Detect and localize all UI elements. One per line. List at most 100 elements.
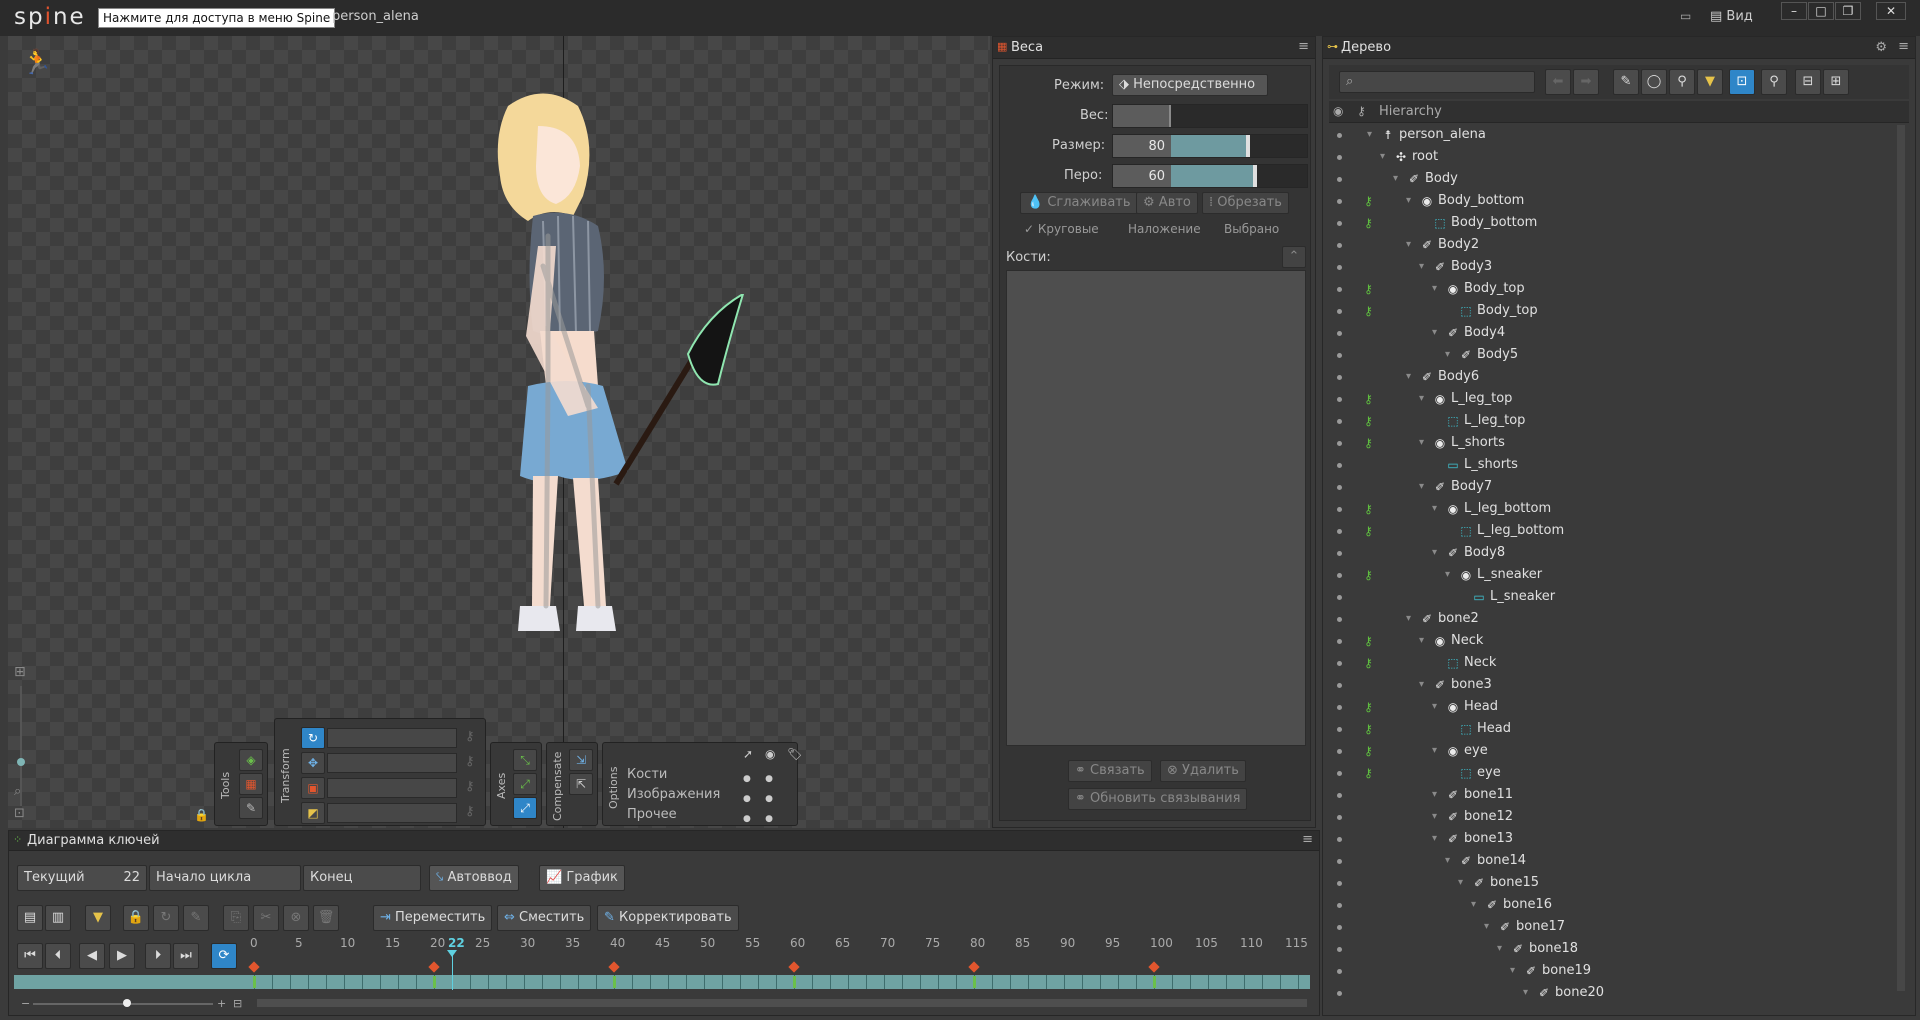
visibility-dot-icon[interactable] bbox=[1337, 441, 1342, 446]
last-frame-button[interactable]: ⏭ bbox=[173, 943, 199, 969]
axes-parent-button[interactable]: ⤢ bbox=[513, 773, 537, 795]
timeline-ruler[interactable]: 0 5 10 15 20 22 25 30 35 40 45 50 55 60 65 70 75 80 85 90 95… bbox=[250, 936, 1314, 954]
delete-button[interactable]: ⊗ Удалить bbox=[1160, 760, 1246, 782]
expand-arrow-icon[interactable]: ▾ bbox=[1445, 564, 1450, 586]
visibility-dot-icon[interactable] bbox=[1337, 991, 1342, 996]
expand-arrow-icon[interactable]: ▾ bbox=[1380, 146, 1385, 168]
axes-local-button[interactable]: ⤡ bbox=[513, 749, 537, 771]
key-icon[interactable]: ⚷ bbox=[1364, 762, 1373, 784]
tree-row[interactable]: ▾ ☨ person_alena bbox=[1331, 124, 1891, 146]
timeline-hscrollbar[interactable] bbox=[257, 999, 1307, 1007]
overlay-checkbox[interactable]: Наложение bbox=[1120, 222, 1201, 236]
key-icon[interactable]: ⚷ bbox=[1364, 300, 1373, 322]
tree-row[interactable]: ⚷ ⬚ Head bbox=[1331, 718, 1891, 740]
visibility-column-icon[interactable]: ◉ bbox=[1333, 104, 1343, 118]
animate-mode-icon[interactable]: 🏃 bbox=[22, 48, 52, 76]
key-icon[interactable]: ⚷ bbox=[1364, 740, 1373, 762]
compensate-images-button[interactable]: ⇱ bbox=[569, 773, 593, 795]
expand-arrow-icon[interactable]: ▾ bbox=[1445, 344, 1450, 366]
keyframe-marker[interactable] bbox=[1153, 976, 1156, 988]
visibility-dot-icon[interactable] bbox=[1337, 221, 1342, 226]
tree-row[interactable]: ▾ ✐ bone17 bbox=[1331, 916, 1891, 938]
tree-row[interactable]: ▾ ✐ Body3 bbox=[1331, 256, 1891, 278]
tree-row[interactable]: ⚷ ▾ ◉ L_leg_bottom bbox=[1331, 498, 1891, 520]
move-button[interactable]: ⇥ Переместить bbox=[373, 905, 493, 931]
cut-button[interactable]: ✂ bbox=[253, 905, 279, 931]
size-slider[interactable]: 80 bbox=[1112, 134, 1308, 158]
scale-tool-button[interactable]: ▣ bbox=[301, 777, 325, 799]
expand-arrow-icon[interactable]: ▾ bbox=[1406, 608, 1411, 630]
pose-tool-button[interactable]: ◈ bbox=[239, 749, 263, 771]
prev-frame-button[interactable]: ⏴ bbox=[45, 943, 71, 969]
selected-checkbox[interactable]: Выбрано bbox=[1216, 222, 1279, 236]
visibility-dot-icon[interactable] bbox=[1337, 397, 1342, 402]
auto-button[interactable]: ⚙ Авто bbox=[1136, 192, 1198, 214]
expand-arrow-icon[interactable]: ▾ bbox=[1419, 674, 1424, 696]
tree-row[interactable]: ▾ ✐ bone15 bbox=[1331, 872, 1891, 894]
tree-panel-menu-icon[interactable]: ≡ bbox=[1898, 39, 1909, 54]
visibility-dot-icon[interactable] bbox=[1337, 859, 1342, 864]
tree-row[interactable]: ▾ ✐ bone12 bbox=[1331, 806, 1891, 828]
visibility-dot-icon[interactable] bbox=[1337, 309, 1342, 314]
autokey-button[interactable]: ⤥ Автоввод bbox=[429, 865, 519, 891]
mode-dropdown[interactable]: ⬗ Непосредственно bbox=[1112, 74, 1268, 96]
expand-arrow-icon[interactable]: ▾ bbox=[1432, 322, 1437, 344]
weight-slider-handle[interactable] bbox=[1169, 105, 1171, 127]
tree-row[interactable]: ▾ ✐ bone18 bbox=[1331, 938, 1891, 960]
timeline-fit-icon[interactable]: ⊟ bbox=[233, 997, 242, 1010]
keyframe-marker[interactable] bbox=[793, 976, 796, 988]
expand-arrow-icon[interactable]: ▾ bbox=[1445, 850, 1450, 872]
panel-menu-icon[interactable]: ≡ bbox=[1298, 39, 1309, 54]
expand-arrow-icon[interactable]: ▾ bbox=[1432, 740, 1437, 762]
expand-arrow-icon[interactable]: ▾ bbox=[1432, 498, 1437, 520]
expand-arrow-icon[interactable]: ▾ bbox=[1484, 916, 1489, 938]
key-icon[interactable]: ⚷ bbox=[1364, 190, 1373, 212]
key-icon[interactable]: ⚷ bbox=[1364, 432, 1373, 454]
option-bones[interactable]: Кости bbox=[627, 767, 667, 782]
monitor-icon[interactable]: ▭ bbox=[1680, 9, 1691, 23]
tree-scrollbar[interactable] bbox=[1897, 125, 1905, 991]
tree-row[interactable]: ⚷ ▾ ◉ Head bbox=[1331, 696, 1891, 718]
expand-arrow-icon[interactable]: ▾ bbox=[1419, 630, 1424, 652]
visibility-dot-icon[interactable] bbox=[1337, 353, 1342, 358]
key-icon[interactable]: ⚷ bbox=[1364, 520, 1373, 542]
lock-icon[interactable]: 🔒 bbox=[194, 808, 209, 822]
feather-slider-handle[interactable] bbox=[1253, 165, 1257, 187]
playhead-marker-icon[interactable] bbox=[447, 950, 457, 957]
tree-row[interactable]: ▾ ✐ bone16 bbox=[1331, 894, 1891, 916]
visibility-dot-icon[interactable] bbox=[1337, 639, 1342, 644]
visibility-dot-icon[interactable] bbox=[1337, 837, 1342, 842]
key-icon[interactable]: ⚷ bbox=[1364, 410, 1373, 432]
maximize-button[interactable]: □ bbox=[1808, 2, 1834, 20]
tree-row[interactable]: ▾ ✐ Body6 bbox=[1331, 366, 1891, 388]
tree-row[interactable]: ⚷ ▾ ◉ eye bbox=[1331, 740, 1891, 762]
expand-arrow-icon[interactable]: ▾ bbox=[1471, 894, 1476, 916]
paste-button[interactable]: ⎘ bbox=[223, 905, 249, 931]
tree-row[interactable]: ▾ ✐ bone19 bbox=[1331, 960, 1891, 982]
key-icon[interactable]: ⚷ bbox=[1364, 630, 1373, 652]
tree-row[interactable]: ⚷ ⬚ eye bbox=[1331, 762, 1891, 784]
visibility-dot-icon[interactable] bbox=[1337, 595, 1342, 600]
first-frame-button[interactable]: ⏮ bbox=[17, 943, 43, 969]
visibility-dot-icon[interactable] bbox=[1337, 551, 1342, 556]
collapse-bones-button[interactable]: ⌃ bbox=[1282, 246, 1306, 268]
tree-search-input[interactable]: ⌕ bbox=[1339, 71, 1535, 93]
expand-arrow-icon[interactable]: ▾ bbox=[1510, 960, 1515, 982]
expand-arrow-icon[interactable]: ▾ bbox=[1393, 168, 1398, 190]
expand-arrow-icon[interactable]: ▾ bbox=[1406, 234, 1411, 256]
filter-constraints-button[interactable]: ⚲ bbox=[1669, 69, 1695, 95]
visibility-dot-icon[interactable] bbox=[1337, 727, 1342, 732]
visibility-dot-icon[interactable] bbox=[1337, 749, 1342, 754]
editor-viewport[interactable]: 🏃 ⊞ ⌕ ⊡ 🔒 Tools ◈ ▦ ✎ Transform ↻ ✥ ▣ ◩ … bbox=[8, 36, 990, 828]
visibility-dot-icon[interactable] bbox=[1337, 705, 1342, 710]
visibility-dot-icon[interactable] bbox=[1337, 331, 1342, 336]
tree-row[interactable]: ▾ ✐ bone20 bbox=[1331, 982, 1891, 1004]
scale-key-icon[interactable]: ⚷ bbox=[465, 779, 475, 794]
visibility-dot-icon[interactable] bbox=[1337, 243, 1342, 248]
visibility-dot-icon[interactable] bbox=[1337, 947, 1342, 952]
restore-button[interactable]: ❐ bbox=[1835, 2, 1861, 20]
keyframe-marker[interactable] bbox=[613, 976, 616, 988]
axe-prop[interactable] bbox=[608, 294, 748, 494]
tree-row[interactable]: ▾ ✐ bone14 bbox=[1331, 850, 1891, 872]
rotate-value-field[interactable] bbox=[327, 728, 457, 748]
